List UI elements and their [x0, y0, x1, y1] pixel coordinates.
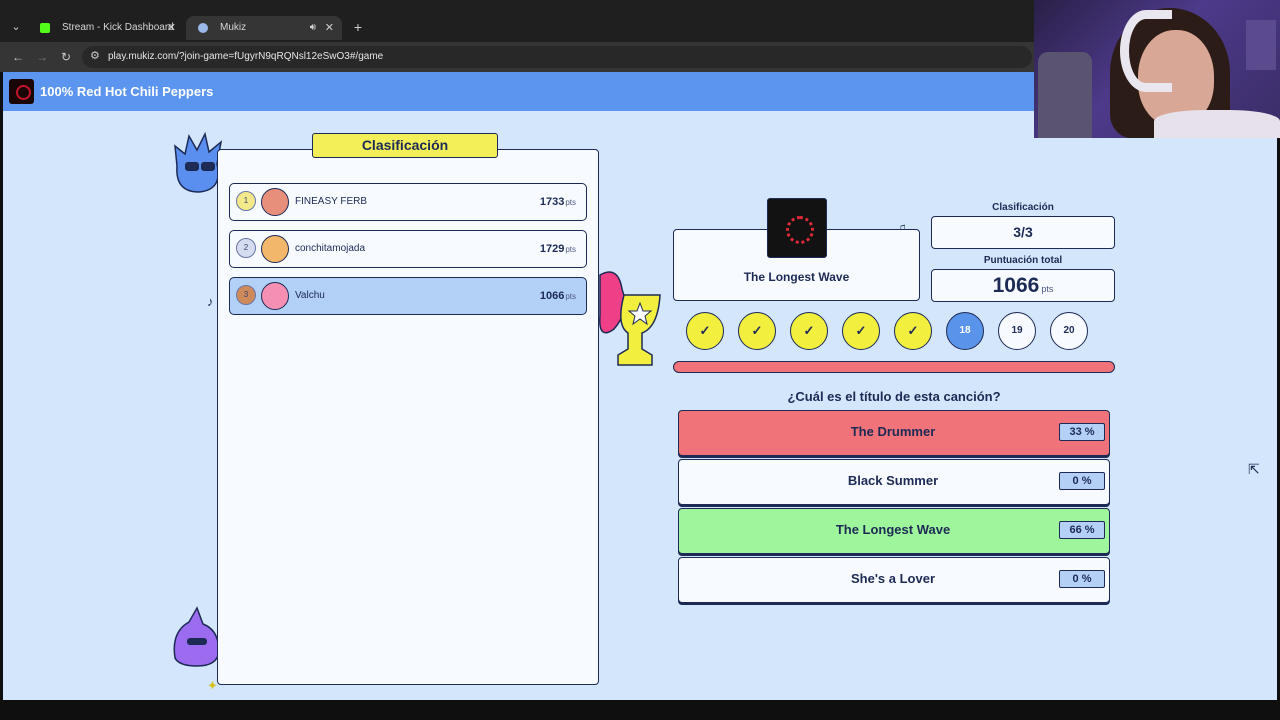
tab-kick-dashboard[interactable]: Stream - Kick Dashboard ✕	[28, 16, 184, 40]
url-field[interactable]: ⚙ play.mukiz.com/?join-game=fUgyrN9qRQNs…	[82, 46, 1032, 68]
leaderboard-row: 2 conchitamojada 1729pts	[229, 230, 587, 268]
streamer-shirt-image	[1154, 110, 1280, 138]
album-cover-icon	[767, 198, 827, 258]
leaderboard-panel: 1 FINEASY FERB 1733pts 2 conchitamojada …	[217, 149, 599, 685]
total-score: 1066 pts	[992, 274, 1054, 297]
answer-option-correct[interactable]: The Longest Wave 66 %	[678, 508, 1110, 554]
leaderboard-row: 1 FINEASY FERB 1733pts	[229, 183, 587, 221]
gaming-chair-image	[1038, 52, 1092, 138]
answer-percent: 66 %	[1059, 521, 1105, 539]
kick-favicon-icon	[40, 23, 50, 33]
player-name: Valchu	[295, 290, 325, 301]
total-score-label: Puntuación total	[983, 255, 1063, 266]
avatar	[261, 235, 289, 263]
question-progress-dot: 20	[1050, 312, 1088, 350]
rank-box: 3/3	[931, 216, 1115, 249]
player-name: conchitamojada	[295, 243, 366, 254]
reload-icon[interactable]: ↻	[56, 47, 76, 67]
answer-option[interactable]: Black Summer 0 %	[678, 459, 1110, 505]
headset-image	[1120, 10, 1172, 92]
close-tab-icon[interactable]: ✕	[325, 16, 334, 40]
playlist-title: 100% Red Hot Chili Peppers	[40, 84, 214, 99]
avatar	[261, 188, 289, 216]
mouse-cursor-icon: ⇱	[1248, 461, 1260, 477]
question-progress-dot: ✓	[738, 312, 776, 350]
player-score: 1733pts	[539, 196, 576, 208]
answer-option-wrong[interactable]: The Drummer 33 %	[678, 410, 1110, 456]
answer-text: The Drummer	[850, 424, 936, 439]
question-progress-dot-current: 18	[946, 312, 984, 350]
shelf-image	[1246, 20, 1276, 70]
rank-label: Clasificación	[992, 202, 1054, 213]
rank-medal-icon: 3	[236, 285, 256, 305]
trophy-mascot-icon	[599, 271, 661, 366]
tab-title: Mukiz	[220, 22, 247, 33]
back-arrow-icon[interactable]: ←	[8, 47, 28, 67]
webcam-overlay	[1034, 0, 1280, 138]
question-progress-dot: 19	[998, 312, 1036, 350]
question-progress-dot: ✓	[686, 312, 724, 350]
player-score: 1729pts	[539, 243, 576, 255]
mukiz-favicon-icon	[198, 23, 208, 33]
avatar	[261, 282, 289, 310]
new-tab-icon[interactable]: +	[348, 17, 368, 37]
tab-mukiz[interactable]: Mukiz 🔊︎ ✕	[186, 16, 342, 40]
leaderboard-title: Clasificación	[312, 133, 498, 158]
total-score-box: 1066 pts	[931, 269, 1115, 302]
question-progress-dot: ✓	[894, 312, 932, 350]
site-settings-icon[interactable]: ⚙	[90, 49, 100, 62]
rank-medal-icon: 1	[236, 191, 256, 211]
tab-search-chevron-icon[interactable]: ⌄	[6, 17, 26, 37]
player-name: FINEASY FERB	[295, 196, 368, 207]
rank-value: 3/3	[1013, 224, 1033, 240]
answer-percent: 33 %	[1059, 423, 1105, 441]
music-note-icon: ♪	[207, 294, 214, 309]
close-tab-icon[interactable]: ✕	[167, 16, 176, 40]
answer-percent: 0 %	[1059, 472, 1105, 490]
question-progress-dot: ✓	[790, 312, 828, 350]
tab-title: Stream - Kick Dashboard	[62, 22, 174, 33]
leaderboard-row-self: 3 Valchu 1066pts	[229, 277, 587, 315]
question-progress-dot: ✓	[842, 312, 880, 350]
answer-text: Black Summer	[847, 473, 939, 488]
answer-percent: 0 %	[1059, 570, 1105, 588]
url-text: play.mukiz.com/?join-game=fUgyrN9qRQNsl1…	[108, 51, 384, 62]
player-score: 1066pts	[539, 290, 576, 302]
purple-mascot-icon	[173, 606, 220, 667]
answer-text: The Longest Wave	[835, 522, 951, 537]
speaker-icon[interactable]: 🔊︎	[310, 16, 316, 40]
forward-arrow-icon[interactable]: →	[32, 47, 52, 67]
rank-medal-icon: 2	[236, 238, 256, 258]
question-text: ¿Cuál es el título de esta canción?	[787, 389, 1001, 404]
game-page: 100% Red Hot Chili Peppers ♪ ♪ ♫ ✦ 1 FIN…	[3, 72, 1277, 700]
playlist-logo-icon	[9, 79, 34, 104]
answer-text: She's a Lover	[850, 571, 936, 586]
answer-option[interactable]: She's a Lover 0 %	[678, 557, 1110, 603]
timer-bar	[673, 361, 1115, 373]
song-title: The Longest Wave	[743, 270, 850, 284]
